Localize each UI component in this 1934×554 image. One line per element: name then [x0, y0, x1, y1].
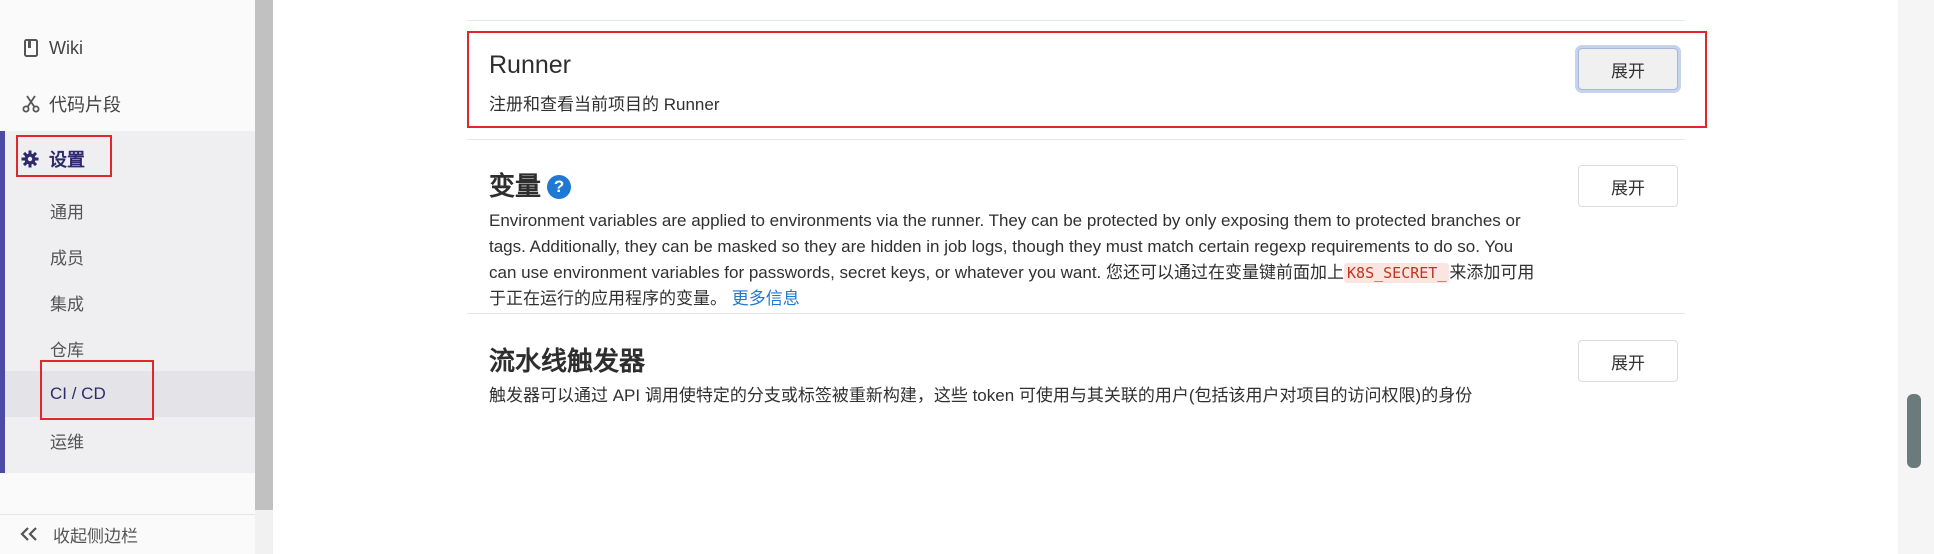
collapse-label: 收起侧边栏 [53, 527, 138, 546]
collapse-sidebar-button[interactable]: 收起侧边栏 [0, 514, 255, 554]
sidebar-item-wiki[interactable]: Wiki [0, 20, 255, 76]
sidebar-item-snippets[interactable]: 代码片段 [0, 76, 255, 132]
sidebar-item-label: Wiki [49, 37, 83, 58]
sidebar-subitem-label: 通用 [50, 202, 84, 222]
more-info-link[interactable]: 更多信息 [732, 289, 800, 308]
page-scrollbar[interactable] [1898, 0, 1934, 554]
divider [467, 313, 1685, 314]
runner-title: Runner [489, 51, 571, 79]
variables-title: 变量? [489, 166, 572, 203]
sidebar-item-label: 代码片段 [49, 95, 121, 115]
sidebar-subitem-label: 运维 [50, 432, 84, 452]
sidebar-subitem-repository[interactable]: 仓库 [5, 325, 255, 371]
gear-icon [20, 149, 40, 169]
sidebar-subitem-label: 成员 [50, 248, 84, 268]
variables-expand-button[interactable]: 展开 [1578, 165, 1678, 207]
sidebar-subitem-general[interactable]: 通用 [5, 187, 255, 233]
scissors-icon [20, 93, 42, 115]
runner-description: 注册和查看当前项目的 Runner [489, 95, 720, 114]
variables-description: Environment variables are applied to env… [489, 208, 1544, 312]
sidebar-subitem-label: 集成 [50, 294, 84, 314]
variables-title-text: 变量 [489, 171, 542, 201]
sidebar-subitem-cicd[interactable]: CI / CD [5, 371, 255, 417]
triggers-description: 触发器可以通过 API 调用使特定的分支或标签被重新构建，这些 token 可使… [489, 386, 1473, 405]
k8s-secret-code: K8S_SECRET_ [1344, 263, 1450, 283]
sidebar-subitem-operations[interactable]: 运维 [5, 417, 255, 463]
divider [467, 20, 1685, 21]
double-chevron-left-icon [20, 522, 44, 548]
page-scrollbar-thumb[interactable] [1907, 394, 1921, 468]
divider [467, 139, 1685, 140]
sidebar-scroll-track [255, 510, 273, 554]
sidebar-item-settings[interactable]: 设置 [0, 137, 255, 181]
sidebar: Wiki 代码片段 设置 通用 成员 集成 仓库 CI / CD 运维 收起侧边… [0, 0, 255, 554]
book-icon [20, 37, 42, 59]
triggers-title: 流水线触发器 [489, 346, 646, 376]
runner-expand-button[interactable]: 展开 [1578, 48, 1678, 90]
sidebar-scrollbar[interactable] [255, 0, 273, 510]
triggers-expand-button[interactable]: 展开 [1578, 340, 1678, 382]
help-icon[interactable]: ? [547, 175, 572, 199]
sidebar-item-label: 设置 [49, 150, 85, 170]
sidebar-subitem-members[interactable]: 成员 [5, 233, 255, 279]
sidebar-subitem-label: 仓库 [50, 340, 84, 360]
sidebar-subitem-label: CI / CD [50, 384, 106, 403]
sidebar-subitem-integrations[interactable]: 集成 [5, 279, 255, 325]
